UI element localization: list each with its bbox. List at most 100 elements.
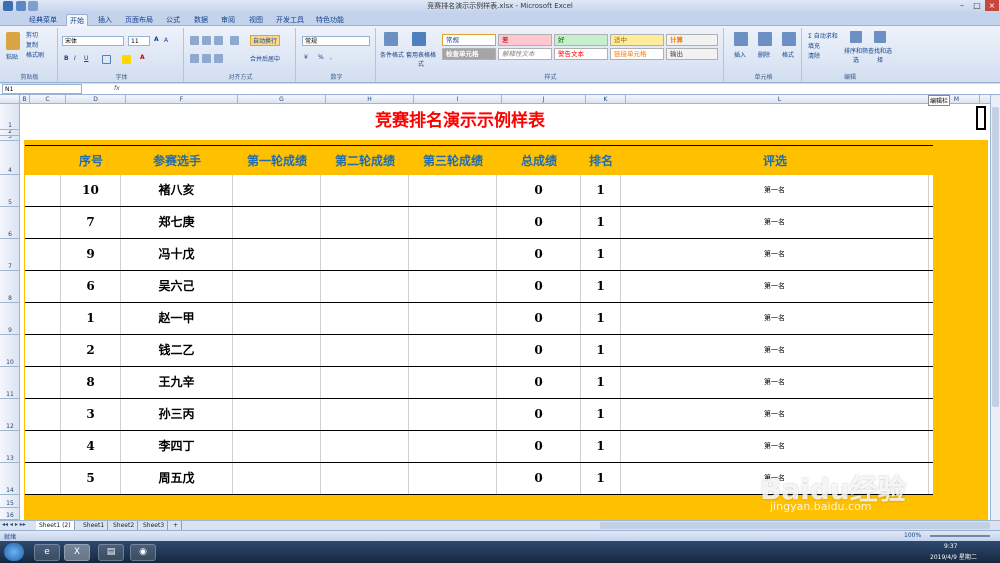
find-select-icon[interactable] <box>874 31 886 43</box>
column-header[interactable]: C <box>30 95 66 104</box>
table-cell-r3[interactable] <box>409 335 497 366</box>
row-header[interactable]: 8 <box>0 271 20 303</box>
table-header-cell[interactable]: 参赛选手 <box>121 146 233 176</box>
align-right-icon[interactable] <box>214 54 223 63</box>
table-cell-r3[interactable] <box>409 303 497 334</box>
table-cell-award[interactable]: 第一名 <box>621 399 929 430</box>
paste-button[interactable]: 粘贴 <box>6 52 18 61</box>
style-bad[interactable]: 差 <box>498 34 552 46</box>
table-header-cell[interactable]: 第三轮成绩 <box>409 146 497 176</box>
explorer-icon[interactable]: ▤ <box>98 544 124 561</box>
select-all-corner[interactable] <box>0 95 20 104</box>
table-cell-no[interactable]: 2 <box>61 335 121 366</box>
table-cell-r3[interactable] <box>409 175 497 206</box>
table-cell-total[interactable]: 0 <box>497 463 581 494</box>
row-header[interactable]: 14 <box>0 463 20 495</box>
table-header-cell[interactable]: 排名 <box>581 146 621 176</box>
sort-filter-button[interactable]: 排序和筛选 <box>844 46 868 64</box>
table-cell-r1[interactable] <box>233 175 321 206</box>
table-cell[interactable] <box>25 367 61 398</box>
style-normal[interactable]: 常规 <box>442 34 496 46</box>
table-cell-no[interactable]: 9 <box>61 239 121 270</box>
font-name-select[interactable]: 宋体 <box>62 36 124 46</box>
ie-icon[interactable]: e <box>34 544 60 561</box>
table-cell-r1[interactable] <box>233 367 321 398</box>
style-good[interactable]: 好 <box>554 34 608 46</box>
clear-button[interactable]: 清除 <box>808 51 820 60</box>
table-cell[interactable] <box>25 463 61 494</box>
table-header-cell[interactable]: 第二轮成绩 <box>321 146 409 176</box>
row-header[interactable]: 5 <box>0 175 20 207</box>
format-as-table-button[interactable]: 套用表格格式 <box>404 50 438 68</box>
table-cell-award[interactable]: 第一名 <box>621 239 929 270</box>
table-header-cell[interactable]: 第一轮成绩 <box>233 146 321 176</box>
merge-center-button[interactable]: 合并后居中 <box>250 54 280 63</box>
table-cell-no[interactable]: 7 <box>61 207 121 238</box>
format-painter-button[interactable]: 格式刷 <box>26 50 44 59</box>
table-header-cell[interactable]: 总成绩 <box>497 146 581 176</box>
table-cell-rank[interactable]: 1 <box>581 175 621 206</box>
table-cell[interactable] <box>25 239 61 270</box>
table-cell-name[interactable]: 冯十戊 <box>121 239 233 270</box>
ribbon-tab[interactable]: 经典菜单 <box>24 14 62 26</box>
table-cell-r2[interactable] <box>321 239 409 270</box>
delete-cells-icon[interactable] <box>758 32 772 46</box>
table-cell[interactable] <box>25 431 61 462</box>
table-cell-r2[interactable] <box>321 271 409 302</box>
table-cell-no[interactable]: 8 <box>61 367 121 398</box>
column-header[interactable]: F <box>126 95 238 104</box>
insert-button[interactable]: 插入 <box>734 50 746 59</box>
font-color-icon[interactable]: A <box>140 54 145 61</box>
zoom-level[interactable]: 100% <box>904 532 921 539</box>
table-cell-award[interactable]: 第一名 <box>621 335 929 366</box>
table-header-cell[interactable]: 序号 <box>61 146 121 176</box>
style-explanatory[interactable]: 解释性文本 <box>498 48 552 60</box>
row-header[interactable]: 7 <box>0 239 20 271</box>
row-header[interactable]: 12 <box>0 399 20 431</box>
table-cell-rank[interactable]: 1 <box>581 303 621 334</box>
table-cell[interactable] <box>25 335 61 366</box>
column-header[interactable]: K <box>586 95 626 104</box>
table-cell-rank[interactable]: 1 <box>581 239 621 270</box>
table-cell[interactable] <box>25 207 61 238</box>
table-cell-total[interactable]: 0 <box>497 175 581 206</box>
column-header[interactable]: I <box>414 95 502 104</box>
horizontal-scrollbar[interactable] <box>600 522 990 529</box>
insert-function-icon[interactable]: fx <box>114 85 120 92</box>
table-cell-award[interactable]: 第一名 <box>621 207 929 238</box>
column-header[interactable]: J <box>502 95 586 104</box>
cut-button[interactable]: 剪切 <box>26 30 38 39</box>
style-linked-cell[interactable]: 链接单元格 <box>610 48 664 60</box>
table-cell-r1[interactable] <box>233 303 321 334</box>
table-cell-rank[interactable]: 1 <box>581 431 621 462</box>
close-button[interactable]: × <box>985 0 999 11</box>
find-select-button[interactable]: 查找和选择 <box>868 46 892 64</box>
table-cell-total[interactable]: 0 <box>497 367 581 398</box>
column-header[interactable]: B <box>20 95 30 104</box>
autosum-button[interactable]: Σ 自动求和 <box>808 31 838 40</box>
row-header[interactable]: 10 <box>0 335 20 367</box>
table-cell-r3[interactable] <box>409 271 497 302</box>
table-cell-r1[interactable] <box>233 335 321 366</box>
table-cell-r2[interactable] <box>321 431 409 462</box>
table-cell-name[interactable]: 吴六己 <box>121 271 233 302</box>
table-cell-name[interactable]: 孙三丙 <box>121 399 233 430</box>
excel-icon[interactable]: X <box>64 544 90 561</box>
shrink-font-icon[interactable]: A <box>164 37 168 44</box>
table-cell-r3[interactable] <box>409 463 497 494</box>
row-header[interactable]: 6 <box>0 207 20 239</box>
fill-button[interactable]: 填充 <box>808 41 820 50</box>
minimize-button[interactable]: – <box>955 0 969 11</box>
table-cell-total[interactable]: 0 <box>497 207 581 238</box>
table-cell-no[interactable]: 5 <box>61 463 121 494</box>
name-box[interactable]: N1 <box>2 84 82 94</box>
style-output[interactable]: 输出 <box>666 48 718 60</box>
table-cell-award[interactable]: 第一名 <box>621 271 929 302</box>
table-cell-r1[interactable] <box>233 271 321 302</box>
comma-icon[interactable]: , <box>330 54 332 61</box>
table-cell-r2[interactable] <box>321 399 409 430</box>
table-header-cell[interactable]: 评选 <box>621 146 929 176</box>
table-cell-award[interactable]: 第一名 <box>621 431 929 462</box>
fill-color-icon[interactable] <box>122 55 131 64</box>
table-cell-r2[interactable] <box>321 207 409 238</box>
